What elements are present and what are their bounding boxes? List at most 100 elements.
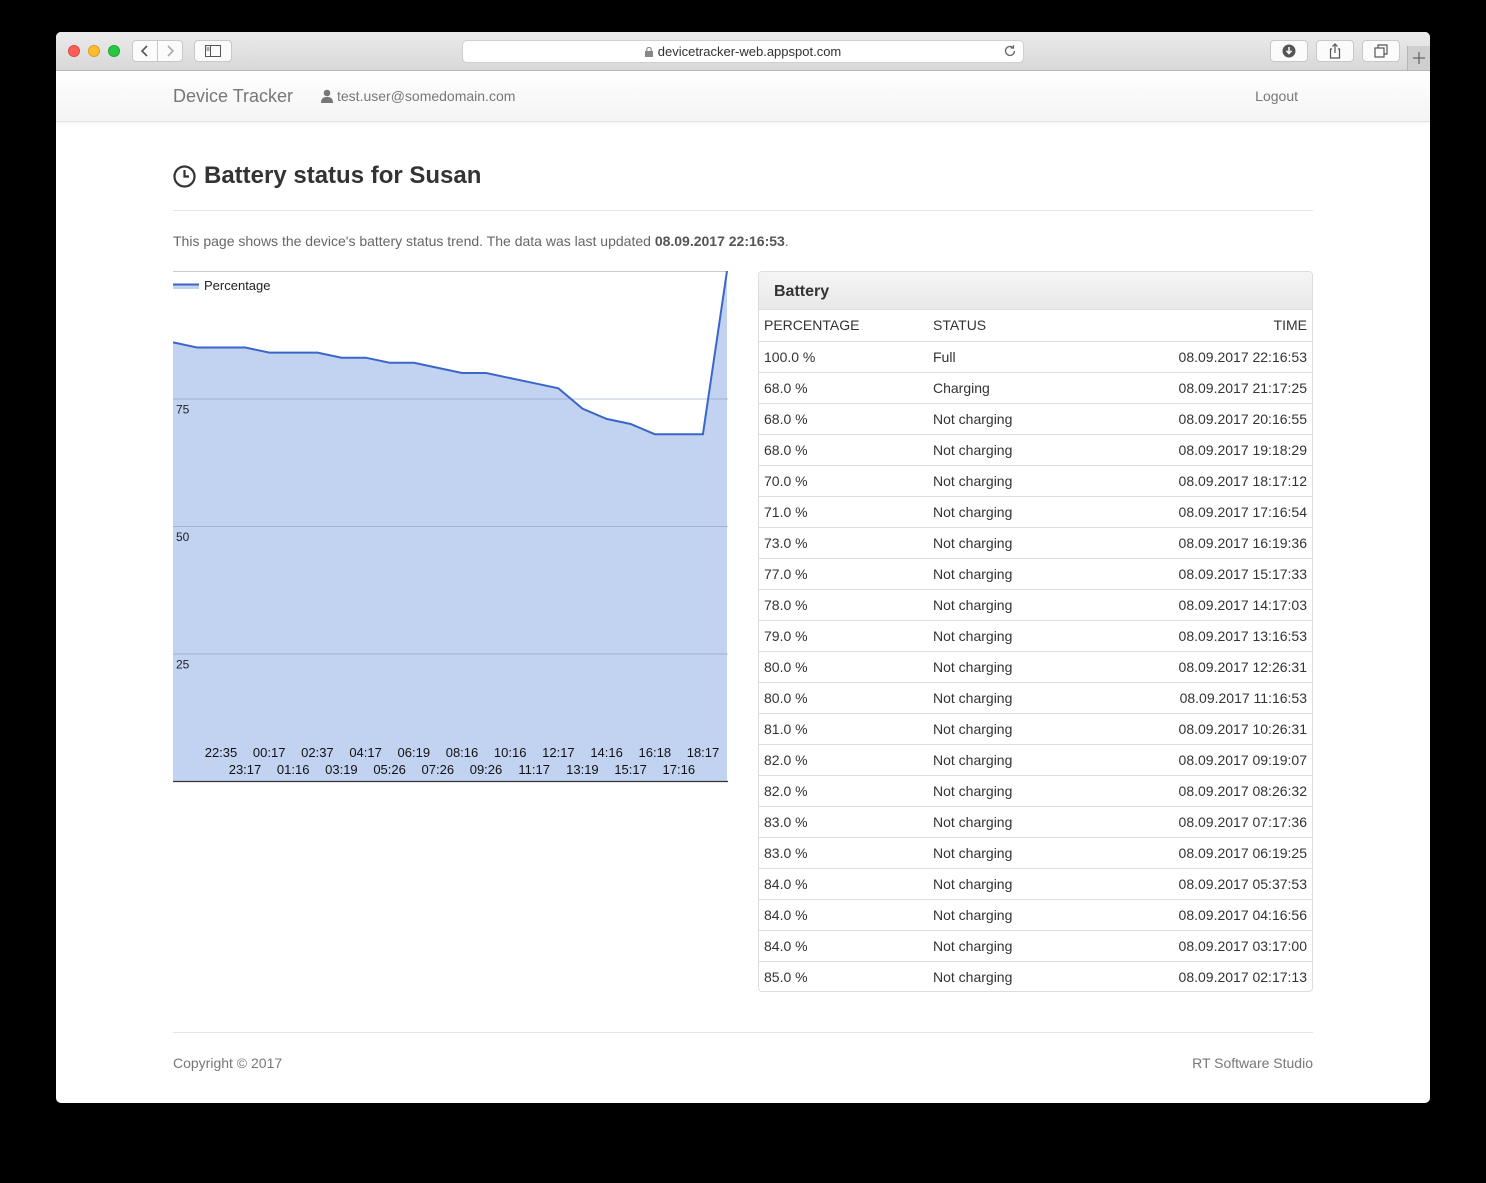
cell-percentage: 79.0 % [759,619,928,651]
cell-percentage: 81.0 % [759,712,928,744]
x-tick-label: 02:37 [301,745,334,760]
x-tick-label: 17:16 [663,762,696,777]
cell-status: Not charging [928,464,1079,496]
cell-status: Not charging [928,402,1079,434]
table-row: 68.0 % Not charging 08.09.2017 19:18:29 [759,433,1312,465]
address-bar[interactable]: devicetracker-web.appspot.com [462,40,1024,63]
table-row: 80.0 % Not charging 08.09.2017 11:16:53 [759,681,1312,713]
close-window-button[interactable] [68,45,80,57]
brand-link[interactable]: Device Tracker [173,86,293,107]
legend-label: Percentage [204,278,271,293]
table-row: 71.0 % Not charging 08.09.2017 17:16:54 [759,495,1312,527]
x-tick-label: 03:19 [325,762,358,777]
cell-percentage: 71.0 % [759,495,928,527]
table-row: 81.0 % Not charging 08.09.2017 10:26:31 [759,712,1312,744]
cell-time: 08.09.2017 02:17:13 [1078,960,1312,991]
cell-time: 08.09.2017 09:19:07 [1078,743,1312,775]
table-row: 79.0 % Not charging 08.09.2017 13:16:53 [759,619,1312,651]
table-row: 68.0 % Not charging 08.09.2017 20:16:55 [759,402,1312,434]
chevron-left-icon [140,45,148,57]
company-name: RT Software Studio [1192,1055,1313,1071]
url-text: devicetracker-web.appspot.com [657,44,842,59]
logout-link[interactable]: Logout [1255,88,1298,104]
cell-status: Not charging [928,712,1079,744]
user-icon [321,89,333,103]
clock-icon [173,164,196,188]
x-tick-label: 08:16 [446,745,479,760]
share-button[interactable] [1316,40,1354,62]
table-row: 85.0 % Not charging 08.09.2017 02:17:13 [759,960,1312,991]
plus-icon [1413,52,1425,64]
x-tick-label: 05:26 [373,762,406,777]
cell-time: 08.09.2017 21:17:25 [1078,371,1312,403]
cell-percentage: 82.0 % [759,743,928,775]
chevron-right-icon [167,45,175,57]
cell-time: 08.09.2017 19:18:29 [1078,433,1312,465]
cell-time: 08.09.2017 04:16:56 [1078,898,1312,930]
cell-status: Not charging [928,681,1079,713]
downloads-button[interactable] [1270,40,1308,62]
battery-panel-heading: Battery [759,272,1312,310]
back-button[interactable] [132,40,158,62]
cell-percentage: 80.0 % [759,681,928,713]
intro-text: This page shows the device's battery sta… [173,233,789,249]
minimize-window-button[interactable] [88,45,100,57]
cell-status: Not charging [928,619,1079,651]
x-tick-label: 06:19 [398,745,431,760]
page-title: Battery status for Susan [173,162,481,190]
x-tick-label: 16:18 [639,745,672,760]
cell-percentage: 83.0 % [759,836,928,868]
battery-chart-svg: 25 50 75 22:35 00:17 02:37 04:17 06:19 08:16 10:… [173,271,728,783]
zoom-window-button[interactable] [108,45,120,57]
new-tab-button[interactable] [1407,46,1430,70]
battery-chart: 25 50 75 22:35 00:17 02:37 04:17 06:19 08:16 10:… [173,271,728,784]
cell-percentage: 68.0 % [759,371,928,403]
x-tick-label: 22:35 [205,745,238,760]
forward-button[interactable] [157,40,183,62]
cell-status: Not charging [928,588,1079,620]
column-header-status: STATUS [933,317,987,334]
cell-percentage: 84.0 % [759,867,928,899]
page-title-text: Battery status for Susan [204,162,482,189]
cell-status: Not charging [928,557,1079,589]
table-row: 77.0 % Not charging 08.09.2017 15:17:33 [759,557,1312,589]
x-tick-label: 10:16 [494,745,527,760]
y-tick-label: 25 [176,658,190,672]
table-row: 70.0 % Not charging 08.09.2017 18:17:12 [759,464,1312,496]
cell-time: 08.09.2017 20:16:55 [1078,402,1312,434]
cell-time: 08.09.2017 08:26:32 [1078,774,1312,806]
x-tick-label: 07:26 [422,762,455,777]
table-header-row: PERCENTAGE STATUS TIME [759,310,1312,341]
cell-status: Not charging [928,867,1079,899]
intro-sentence: This page shows the device's battery sta… [173,233,655,249]
browser-toolbar: devicetracker-web.appspot.com [56,32,1430,71]
cell-time: 08.09.2017 06:19:25 [1078,836,1312,868]
x-tick-label: 18:17 [687,745,720,760]
app-navbar: Device Tracker test.user@somedomain.com … [56,71,1430,122]
reload-icon[interactable] [1003,44,1017,58]
cell-percentage: 84.0 % [759,898,928,930]
tabs-overview-button[interactable] [1362,40,1400,62]
cell-percentage: 73.0 % [759,526,928,558]
cell-percentage: 83.0 % [759,805,928,837]
sidebar-button[interactable] [194,40,232,62]
last-updated-timestamp: 08.09.2017 22:16:53 [654,233,785,249]
x-tick-label: 01:16 [277,762,310,777]
cell-time: 08.09.2017 03:17:00 [1078,929,1312,961]
x-tick-label: 09:26 [470,762,503,777]
cell-status: Not charging [928,929,1079,961]
table-row: 80.0 % Not charging 08.09.2017 12:26:31 [759,650,1312,682]
cell-time: 08.09.2017 16:19:36 [1078,526,1312,558]
tabs-icon [1374,44,1388,58]
table-row: 84.0 % Not charging 08.09.2017 05:37:53 [759,867,1312,899]
cell-time: 08.09.2017 15:17:33 [1078,557,1312,589]
cell-status: Not charging [928,774,1079,806]
cell-status: Not charging [928,650,1079,682]
cell-status: Not charging [928,805,1079,837]
cell-status: Not charging [928,743,1079,775]
copyright-text: Copyright © 2017 [173,1055,283,1071]
column-header-percentage: PERCENTAGE [764,317,860,334]
x-tick-label: 04:17 [349,745,382,760]
cell-percentage: 84.0 % [759,929,928,961]
user-email: test.user@somedomain.com [337,88,516,104]
